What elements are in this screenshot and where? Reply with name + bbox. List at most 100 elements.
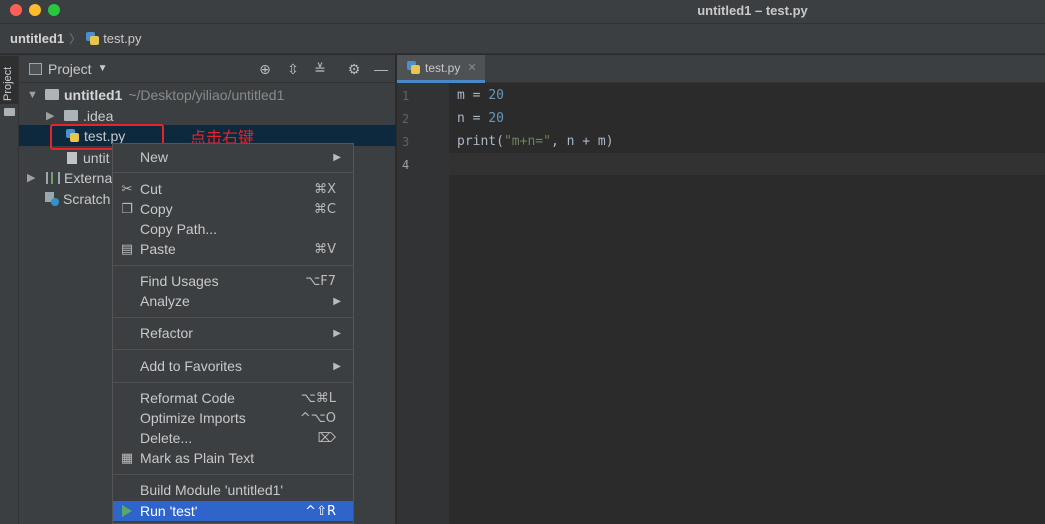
- menu-item-shortcut: ⌘C: [313, 201, 336, 217]
- current-line-highlight: [449, 153, 1045, 175]
- menu-item-label: Copy: [140, 201, 173, 217]
- code-line[interactable]: n = 20: [457, 111, 504, 126]
- menu-item-paste[interactable]: ▤ Paste ⌘V: [113, 239, 353, 259]
- menu-item-add-to-favorites[interactable]: Add to Favorites ▶: [113, 356, 353, 376]
- collapse-all-icon[interactable]: ≚: [312, 61, 328, 77]
- tree-item-label: untit: [83, 149, 110, 166]
- file-icon: [67, 151, 77, 164]
- menu-separator: [113, 317, 353, 318]
- navigation-bar: untitled1 〉 test.py: [0, 24, 1045, 54]
- menu-item-shortcut: ^⇧R: [305, 503, 336, 519]
- line-number: 2: [402, 112, 410, 126]
- menu-item-label: Reformat Code: [140, 390, 235, 406]
- tree-item-path: ~/Desktop/yiliao/untitled1: [128, 86, 285, 103]
- menu-item-label: Refactor: [140, 325, 193, 341]
- expand-all-icon[interactable]: ⇳: [285, 61, 301, 77]
- menu-separator: [113, 382, 353, 383]
- menu-item-copy-path[interactable]: Copy Path...: [113, 219, 353, 239]
- menu-item-label: Analyze: [140, 293, 190, 309]
- menu-item-label: Copy Path...: [140, 221, 218, 237]
- menu-item-refactor[interactable]: Refactor ▶: [113, 323, 353, 343]
- menu-separator: [113, 172, 353, 173]
- menu-item-shortcut: ⌦: [317, 430, 336, 446]
- plain-text-icon: ▦: [120, 450, 134, 466]
- menu-separator: [113, 349, 353, 350]
- menu-item-label: Optimize Imports: [140, 410, 246, 426]
- tab-label: test.py: [425, 60, 461, 75]
- menu-item-cut[interactable]: ✂ Cut ⌘X: [113, 179, 353, 199]
- menu-item-label: Delete...: [140, 430, 193, 446]
- menu-item-reformat-code[interactable]: Reformat Code ⌥⌘L: [113, 388, 353, 408]
- breadcrumb-separator: 〉: [69, 32, 82, 46]
- chevron-right-icon: ▶: [333, 295, 341, 307]
- project-folder-icon: [45, 89, 59, 100]
- tree-item-label: Scratch: [63, 190, 111, 207]
- menu-item-new[interactable]: New ▶: [113, 147, 353, 167]
- title-bar: untitled1 – test.py: [0, 0, 1045, 24]
- gear-icon[interactable]: ⚙: [346, 61, 362, 77]
- line-number: 3: [402, 135, 410, 149]
- code-line[interactable]: m = 20: [457, 88, 504, 103]
- code-number: 20: [488, 88, 504, 103]
- menu-separator: [113, 474, 353, 475]
- line-number: 1: [402, 89, 410, 103]
- chevron-right-icon: ▶: [333, 360, 341, 372]
- menu-item-shortcut: ⌘X: [314, 181, 336, 197]
- chevron-right-icon[interactable]: ▶: [46, 109, 54, 122]
- scissors-icon: ✂: [121, 181, 133, 197]
- menu-item-delete[interactable]: Delete... ⌦: [113, 428, 353, 448]
- menu-item-shortcut: ⌥F7: [305, 273, 336, 289]
- editor-tab-bar: test.py ✕: [397, 55, 1045, 83]
- code-line[interactable]: print("m+n=", n + m): [457, 134, 614, 149]
- code-string: "m+n=": [503, 134, 551, 149]
- copy-icon: ❐: [121, 201, 133, 217]
- folder-icon[interactable]: [4, 108, 15, 116]
- code-text: n =: [457, 111, 489, 126]
- scratches-icon: [45, 191, 59, 206]
- project-tool-label[interactable]: Project: [2, 67, 14, 101]
- menu-item-label: New: [140, 149, 169, 165]
- menu-item-mark-as-plain-text[interactable]: ▦ Mark as Plain Text: [113, 448, 353, 468]
- tab-test-py[interactable]: test.py ✕: [397, 55, 485, 83]
- menu-item-copy[interactable]: ❐ Copy ⌘C: [113, 199, 353, 219]
- context-menu: New ▶ ✂ Cut ⌘X ❐ Copy ⌘C Copy Path... ▤ …: [112, 143, 354, 524]
- tree-item-label: .idea: [83, 107, 114, 124]
- chevron-right-icon[interactable]: ▶: [27, 171, 35, 184]
- chevron-right-icon: ▶: [333, 327, 341, 339]
- line-gutter: 1 2 3 4: [397, 83, 449, 524]
- project-panel-title[interactable]: Project: [48, 61, 92, 77]
- menu-item-label: Build Module 'untitled1': [140, 482, 284, 498]
- menu-item-analyze[interactable]: Analyze ▶: [113, 291, 353, 311]
- menu-item-build-module[interactable]: Build Module 'untitled1': [113, 480, 353, 500]
- line-number: 4: [402, 158, 410, 172]
- run-icon: [122, 505, 132, 517]
- code-text: m =: [457, 88, 489, 103]
- menu-item-label: Find Usages: [140, 273, 219, 289]
- code-editor[interactable]: 1 2 3 4 m = 20 n = 20 print("m+n=", n + …: [397, 83, 1045, 524]
- menu-item-label: Mark as Plain Text: [140, 450, 255, 466]
- menu-item-label: Run 'test': [140, 503, 198, 519]
- tree-item-label: untitled1: [64, 86, 123, 103]
- paste-icon: ▤: [120, 241, 134, 257]
- chevron-down-icon[interactable]: ▼: [27, 89, 38, 101]
- hide-icon[interactable]: —: [373, 61, 389, 77]
- code-text: , n + m): [550, 134, 614, 149]
- tool-window-stripe: [0, 55, 19, 524]
- menu-item-shortcut: ⌥⌘L: [300, 390, 336, 406]
- tree-item-idea[interactable]: ▶ .idea: [19, 105, 396, 126]
- breadcrumb-file[interactable]: test.py: [103, 31, 141, 46]
- chevron-down-icon[interactable]: ▼: [98, 63, 108, 74]
- menu-item-find-usages[interactable]: Find Usages ⌥F7: [113, 271, 353, 291]
- close-icon[interactable]: ✕: [467, 61, 476, 74]
- project-view-icon: [29, 62, 42, 75]
- code-number: 20: [488, 111, 504, 126]
- menu-item-shortcut: ^⌥O: [299, 410, 336, 426]
- menu-separator: [113, 265, 353, 266]
- code-function: print(: [457, 134, 504, 149]
- menu-item-optimize-imports[interactable]: Optimize Imports ^⌥O: [113, 408, 353, 428]
- locate-icon[interactable]: ⊕: [257, 61, 273, 77]
- breadcrumb-project[interactable]: untitled1: [10, 31, 64, 46]
- menu-item-run-test[interactable]: Run 'test' ^⇧R: [113, 501, 353, 521]
- tree-item-root[interactable]: ▼ untitled1 ~/Desktop/yiliao/untitled1: [19, 84, 396, 105]
- tree-item-label: Externa: [64, 169, 113, 186]
